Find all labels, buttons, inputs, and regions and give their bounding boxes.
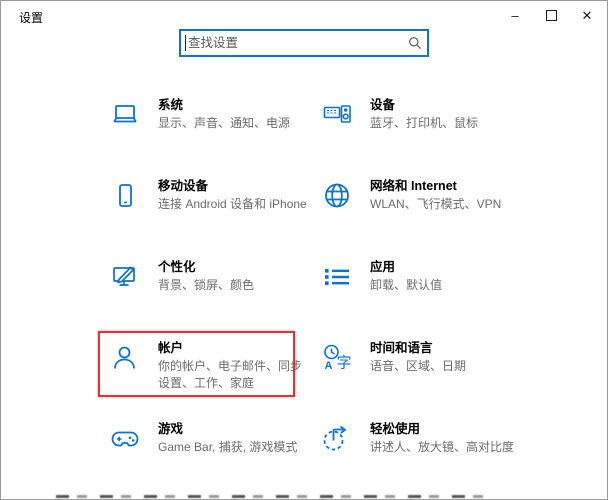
settings-window: 设置 – ✕: [0, 0, 608, 500]
tile-subtitle: 卸载、默认值: [370, 277, 520, 294]
tile-gaming[interactable]: 游戏 Game Bar, 捕获, 游戏模式: [96, 415, 308, 496]
maximize-button[interactable]: [533, 2, 569, 29]
person-icon: [109, 340, 158, 415]
globe-icon: [321, 178, 370, 253]
tile-personalization[interactable]: 个性化 背景、锁屏、颜色: [96, 253, 308, 334]
app-list-icon: [321, 259, 370, 334]
laptop-icon: [109, 97, 158, 172]
titlebar: 设置 – ✕: [1, 1, 607, 31]
tile-title: 系统: [158, 97, 308, 113]
clock-language-icon: A 字: [321, 340, 370, 415]
window-title: 设置: [19, 9, 43, 26]
category-grid: 系统 显示、声音、通知、电源 设备 蓝牙、打印机、鼠标: [96, 91, 522, 496]
text-caret: [185, 35, 186, 51]
tile-subtitle: 连接 Android 设备和 iPhone: [158, 196, 308, 213]
tile-system[interactable]: 系统 显示、声音、通知、电源: [96, 91, 308, 172]
keyboard-speaker-icon: [321, 97, 370, 172]
tile-title: 时间和语言: [370, 340, 520, 356]
tile-subtitle: 讲述人、放大镜、高对比度: [370, 439, 520, 456]
gamepad-icon: [109, 421, 158, 496]
tile-subtitle: 语音、区域、日期: [370, 358, 520, 375]
tile-phone[interactable]: 移动设备 连接 Android 设备和 iPhone: [96, 172, 308, 253]
close-button[interactable]: ✕: [569, 2, 605, 29]
tile-title: 轻松使用: [370, 421, 520, 437]
tile-time-language[interactable]: A 字 时间和语言 语音、区域、日期: [308, 334, 520, 415]
cropped-bottom-content: [56, 495, 486, 498]
search-box: [179, 29, 429, 57]
search-icon: [408, 36, 422, 50]
tile-title: 游戏: [158, 421, 308, 437]
window-controls: – ✕: [497, 2, 605, 29]
tile-subtitle: 显示、声音、通知、电源: [158, 115, 308, 132]
tile-title: 网络和 Internet: [370, 178, 520, 194]
tile-ease-of-access[interactable]: 轻松使用 讲述人、放大镜、高对比度: [308, 415, 520, 496]
minimize-button[interactable]: –: [497, 2, 533, 29]
svg-text:字: 字: [337, 355, 352, 372]
monitor-brush-icon: [109, 259, 158, 334]
tile-network[interactable]: 网络和 Internet WLAN、飞行模式、VPN: [308, 172, 520, 253]
tile-title: 应用: [370, 259, 520, 275]
tile-apps[interactable]: 应用 卸载、默认值: [308, 253, 520, 334]
maximize-icon: [546, 10, 557, 21]
tile-subtitle: 蓝牙、打印机、鼠标: [370, 115, 520, 132]
search-input[interactable]: [179, 29, 429, 57]
tile-title: 移动设备: [158, 178, 308, 194]
svg-text:A: A: [325, 360, 333, 372]
tile-subtitle: Game Bar, 捕获, 游戏模式: [158, 439, 308, 456]
phone-icon: [109, 178, 158, 253]
minimize-icon: –: [511, 8, 518, 23]
tile-title: 设备: [370, 97, 520, 113]
tile-subtitle: 你的帐户、电子邮件、同步设置、工作、家庭: [158, 358, 308, 392]
tile-subtitle: WLAN、飞行模式、VPN: [370, 196, 520, 213]
tile-subtitle: 背景、锁屏、颜色: [158, 277, 308, 294]
ease-of-access-icon: [321, 421, 370, 496]
tile-devices[interactable]: 设备 蓝牙、打印机、鼠标: [308, 91, 520, 172]
tile-title: 个性化: [158, 259, 308, 275]
tile-accounts[interactable]: 帐户 你的帐户、电子邮件、同步设置、工作、家庭: [96, 334, 308, 415]
tile-title: 帐户: [158, 340, 308, 356]
close-icon: ✕: [582, 8, 593, 24]
